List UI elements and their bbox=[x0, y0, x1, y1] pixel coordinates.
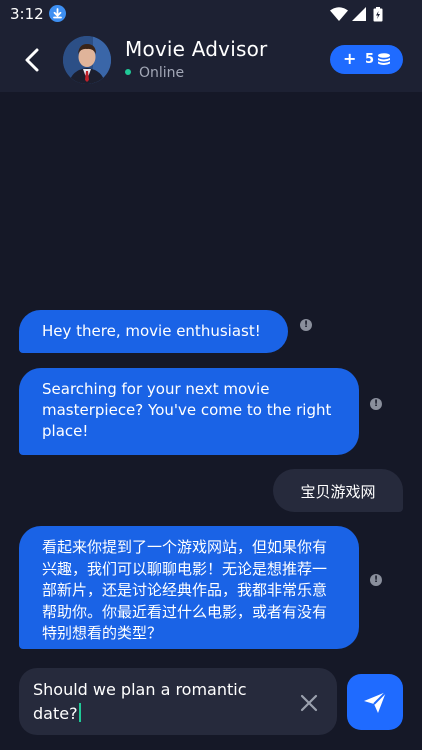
wifi-icon bbox=[330, 7, 348, 21]
message-input-text[interactable]: Should we plan a romantic date? bbox=[33, 678, 288, 726]
clear-input-button[interactable] bbox=[300, 694, 318, 712]
avatar[interactable] bbox=[63, 36, 111, 84]
battery-icon bbox=[373, 7, 383, 22]
report-icon[interactable]: ! bbox=[300, 319, 312, 331]
download-icon bbox=[49, 5, 66, 22]
online-indicator bbox=[125, 69, 131, 75]
status-time: 3:12 bbox=[10, 5, 44, 23]
page-title: Movie Advisor bbox=[125, 37, 268, 61]
bot-message: 看起来你提到了一个游戏网站，但如果你有兴趣，我们可以聊聊电影！无论是想推荐一部新… bbox=[19, 526, 359, 649]
report-icon[interactable]: ! bbox=[370, 398, 382, 410]
message-input[interactable]: Should we plan a romantic date? bbox=[19, 668, 337, 735]
online-status-label: Online bbox=[139, 65, 185, 81]
report-icon[interactable]: ! bbox=[370, 574, 382, 586]
online-status: Online bbox=[125, 65, 184, 81]
bot-message: Hey there, movie enthusiast! bbox=[19, 310, 288, 353]
signal-icon bbox=[352, 7, 366, 21]
message-input-value: Should we plan a romantic date? bbox=[33, 680, 252, 723]
status-icons bbox=[330, 6, 390, 22]
chevron-left-icon bbox=[25, 48, 39, 72]
send-button[interactable] bbox=[347, 674, 403, 730]
coins-icon bbox=[378, 53, 390, 65]
plus-icon: + bbox=[343, 49, 357, 68]
bot-message: Searching for your next movie masterpiec… bbox=[19, 368, 359, 455]
user-message: 宝贝游戏网 bbox=[273, 469, 403, 512]
close-icon bbox=[300, 694, 318, 712]
add-credits-button[interactable]: + 5 bbox=[330, 45, 403, 74]
credits-count: 5 bbox=[365, 52, 375, 67]
text-caret bbox=[78, 703, 81, 722]
status-bar: 3:12 bbox=[0, 0, 422, 28]
back-button[interactable] bbox=[18, 46, 46, 74]
send-icon bbox=[364, 691, 387, 713]
chat-header: Movie Advisor Online + 5 bbox=[0, 28, 422, 92]
